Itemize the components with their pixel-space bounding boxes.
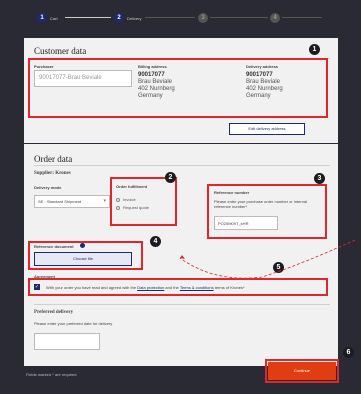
- continue-button[interactable]: Continue: [268, 362, 336, 380]
- mandatory-fields-note: Fields marked * are required: [26, 372, 77, 377]
- callout-badge-6: 6: [343, 347, 354, 358]
- dashed-callout-arrow: [179, 239, 356, 279]
